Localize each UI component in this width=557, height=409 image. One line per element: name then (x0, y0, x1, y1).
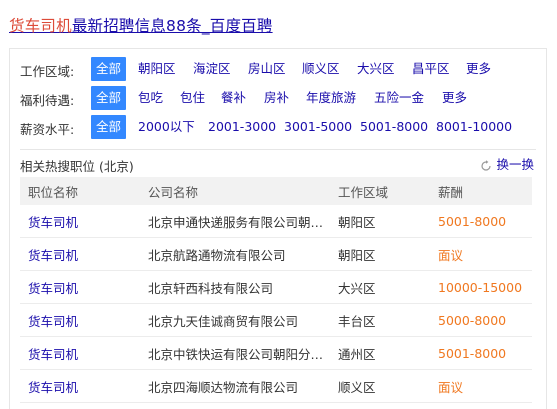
filter-label-salary: 薪资水平: (20, 122, 75, 137)
salary-option-5001-8000[interactable]: 5001-8000 (360, 115, 428, 139)
refresh-label[interactable]: 换一换 (496, 157, 534, 172)
header-area: 工作区域 (330, 177, 430, 205)
area-option-haidian[interactable]: 海淀区 (193, 57, 231, 81)
salary: 10000-15000 (430, 270, 532, 304)
work-area: 丰台区 (330, 303, 430, 337)
job-title-link[interactable]: 货车司机 (20, 369, 140, 403)
job-title-link[interactable]: 货车司机 (20, 270, 140, 304)
job-title-link[interactable]: 货车司机 (20, 303, 140, 337)
salary-option-3001-5000[interactable]: 3001-5000 (284, 115, 352, 139)
benefit-option-housing[interactable]: 包住 (180, 86, 205, 110)
header-job: 职位名称 (20, 177, 140, 205)
table-row[interactable]: 货车司机 北京申通快递服务有限公司朝… 朝阳区 5001-8000 (20, 205, 532, 238)
header-pay: 薪酬 (430, 177, 532, 205)
salary: 面议 (430, 237, 532, 271)
header-company: 公司名称 (140, 177, 330, 205)
company-name: 北京中铁快运有限公司朝阳分… (140, 336, 330, 370)
title-highlight[interactable]: 货车司机 (9, 17, 72, 35)
table-header-row: 职位名称 公司名称 工作区域 薪酬 (20, 177, 532, 205)
title-rest[interactable]: 最新招聘信息88条_百度百聘 (72, 17, 273, 35)
related-searches-label: 相关热搜职位 (北京) (20, 159, 134, 174)
benefit-option-all[interactable]: 全部 (91, 86, 127, 110)
salary: 面议 (430, 369, 532, 403)
table-row[interactable]: 货车司机 北京轩西科技有限公司 大兴区 10000-15000 (20, 270, 532, 304)
jobs-table: 职位名称 公司名称 工作区域 薪酬 货车司机 北京申通快递服务有限公司朝… 朝阳… (20, 177, 532, 403)
salary-option-8001-10000[interactable]: 8001-10000 (436, 115, 512, 139)
job-panel: 工作区域: 全部 朝阳区 海淀区 房山区 顺义区 大兴区 昌平区 更多 福利待遇… (9, 48, 547, 409)
job-title-link[interactable]: 货车司机 (20, 336, 140, 370)
table-row[interactable]: 货车司机 北京四海顺达物流有限公司 顺义区 面议 (20, 369, 532, 403)
salary-option-all[interactable]: 全部 (91, 115, 127, 139)
area-option-changping[interactable]: 昌平区 (412, 57, 450, 81)
salary-option-under-2000[interactable]: 2000以下 (138, 115, 195, 139)
work-area: 通州区 (330, 336, 430, 370)
table-row[interactable]: 货车司机 北京中铁快运有限公司朝阳分… 通州区 5001-8000 (20, 336, 532, 370)
work-area: 顺义区 (330, 369, 430, 403)
work-area: 朝阳区 (330, 237, 430, 271)
salary: 5001-8000 (430, 336, 532, 370)
company-name: 北京轩西科技有限公司 (140, 270, 330, 304)
area-option-more[interactable]: 更多 (466, 57, 491, 81)
benefit-option-meals[interactable]: 包吃 (138, 86, 163, 110)
benefit-option-more[interactable]: 更多 (442, 86, 467, 110)
table-row[interactable]: 货车司机 北京航路通物流有限公司 朝阳区 面议 (20, 237, 532, 271)
area-option-chaoyang[interactable]: 朝阳区 (138, 57, 176, 81)
benefit-option-housing-allowance[interactable]: 房补 (264, 86, 289, 110)
company-name: 北京九天佳诚商贸有限公司 (140, 303, 330, 337)
area-option-shunyi[interactable]: 顺义区 (302, 57, 340, 81)
work-area: 大兴区 (330, 270, 430, 304)
benefit-option-meal-allowance[interactable]: 餐补 (221, 86, 246, 110)
salary-option-2001-3000[interactable]: 2001-3000 (208, 115, 276, 139)
benefit-option-insurance[interactable]: 五险一金 (374, 86, 424, 110)
salary: 5001-8000 (430, 205, 532, 238)
filter-divider (20, 149, 536, 150)
company-name: 北京四海顺达物流有限公司 (140, 369, 330, 403)
filter-label-area: 工作区域: (20, 64, 75, 79)
company-name: 北京申通快递服务有限公司朝… (140, 205, 330, 238)
salary: 5000-8000 (430, 303, 532, 337)
page-title[interactable]: 货车司机最新招聘信息88条_百度百聘 (9, 14, 273, 36)
table-row[interactable]: 货车司机 北京九天佳诚商贸有限公司 丰台区 5000-8000 (20, 303, 532, 337)
job-title-link[interactable]: 货车司机 (20, 205, 140, 238)
work-area: 朝阳区 (330, 205, 430, 238)
area-option-fangshan[interactable]: 房山区 (248, 57, 286, 81)
filter-label-benefits: 福利待遇: (20, 93, 75, 108)
refresh-button[interactable]: 换一换 (480, 154, 534, 173)
benefit-option-annual-travel[interactable]: 年度旅游 (306, 86, 356, 110)
company-name: 北京航路通物流有限公司 (140, 237, 330, 271)
refresh-icon (481, 160, 492, 171)
area-option-all[interactable]: 全部 (91, 57, 127, 81)
job-title-link[interactable]: 货车司机 (20, 237, 140, 271)
area-option-daxing[interactable]: 大兴区 (357, 57, 395, 81)
